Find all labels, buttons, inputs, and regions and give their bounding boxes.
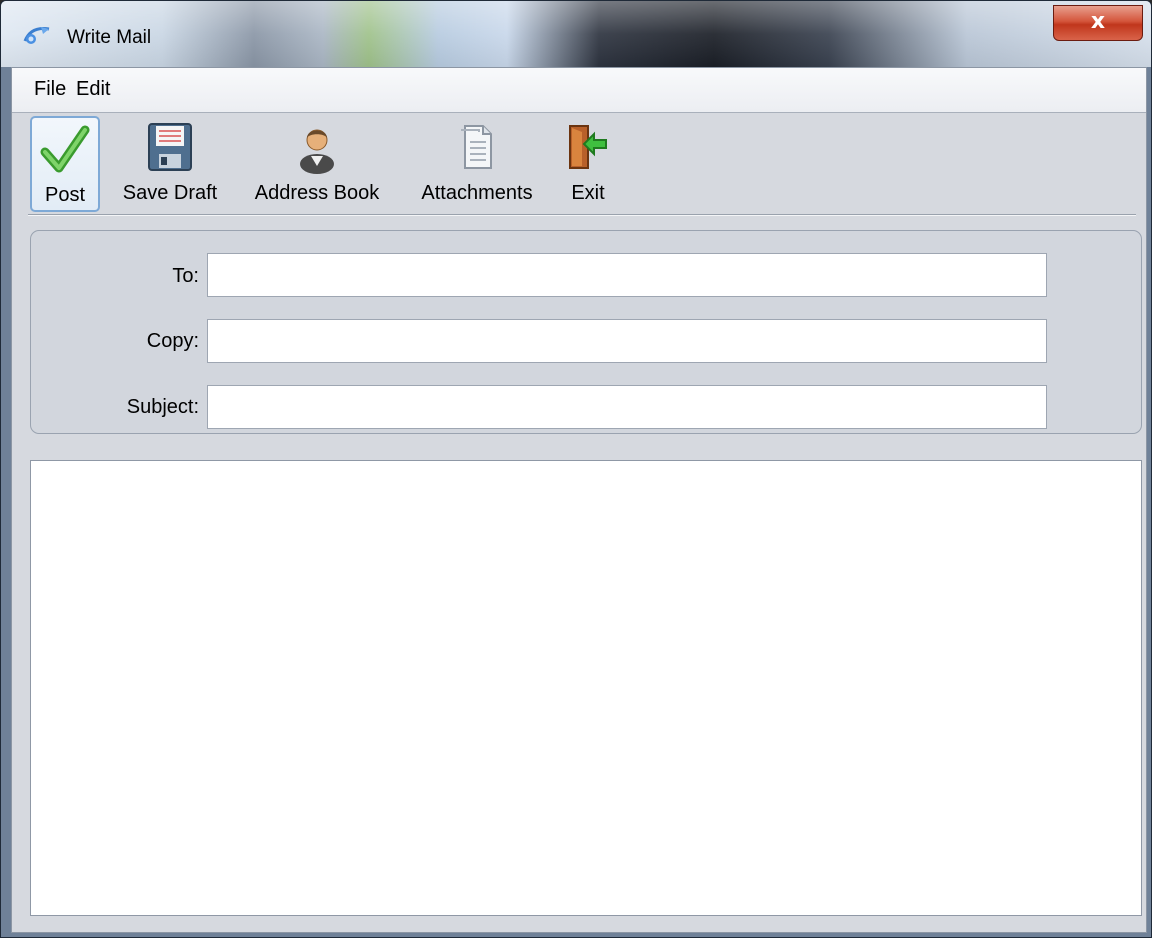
exit-label: Exit: [571, 182, 605, 204]
mail-header-panel: To: Copy: Subject:: [30, 230, 1142, 434]
post-label: Post: [44, 184, 86, 206]
client-area: File Edit Post Save Draft Address Book A…: [11, 67, 1147, 933]
address-book-button[interactable]: Address Book: [236, 116, 398, 212]
attachments-label: Attachments: [421, 182, 533, 204]
attachments-button[interactable]: Attachments: [404, 116, 550, 212]
toolbar-separator: [28, 214, 1136, 216]
address-book-label: Address Book: [254, 182, 380, 204]
post-button[interactable]: Post: [30, 116, 100, 212]
save-draft-button[interactable]: Save Draft: [110, 116, 230, 212]
exit-door-icon: [556, 122, 620, 174]
write-mail-window: Write Mail x File Edit Post Save Draft A…: [0, 0, 1152, 938]
copy-label: Copy:: [146, 330, 199, 352]
person-icon: [236, 122, 398, 174]
window-title: Write Mail: [67, 27, 152, 48]
mail-app-icon: [23, 23, 53, 47]
checkmark-icon: [32, 124, 98, 176]
floppy-disk-icon: [110, 122, 230, 174]
close-button[interactable]: x: [1053, 5, 1143, 41]
message-body-editor[interactable]: [30, 460, 1142, 916]
document-icon: [404, 122, 550, 174]
menu-bar: File Edit: [12, 68, 1146, 113]
subject-field[interactable]: [207, 385, 1047, 429]
to-field[interactable]: [207, 253, 1047, 297]
title-bar[interactable]: Write Mail x: [1, 1, 1151, 67]
copy-field[interactable]: [207, 319, 1047, 363]
exit-button[interactable]: Exit: [556, 116, 620, 212]
menu-edit[interactable]: Edit: [76, 78, 110, 101]
subject-label: Subject:: [126, 396, 199, 418]
toolbar: Post Save Draft Address Book Attachments…: [12, 112, 1146, 216]
menu-file[interactable]: File: [34, 78, 66, 101]
to-label: To:: [172, 265, 199, 287]
save-draft-label: Save Draft: [122, 182, 218, 204]
